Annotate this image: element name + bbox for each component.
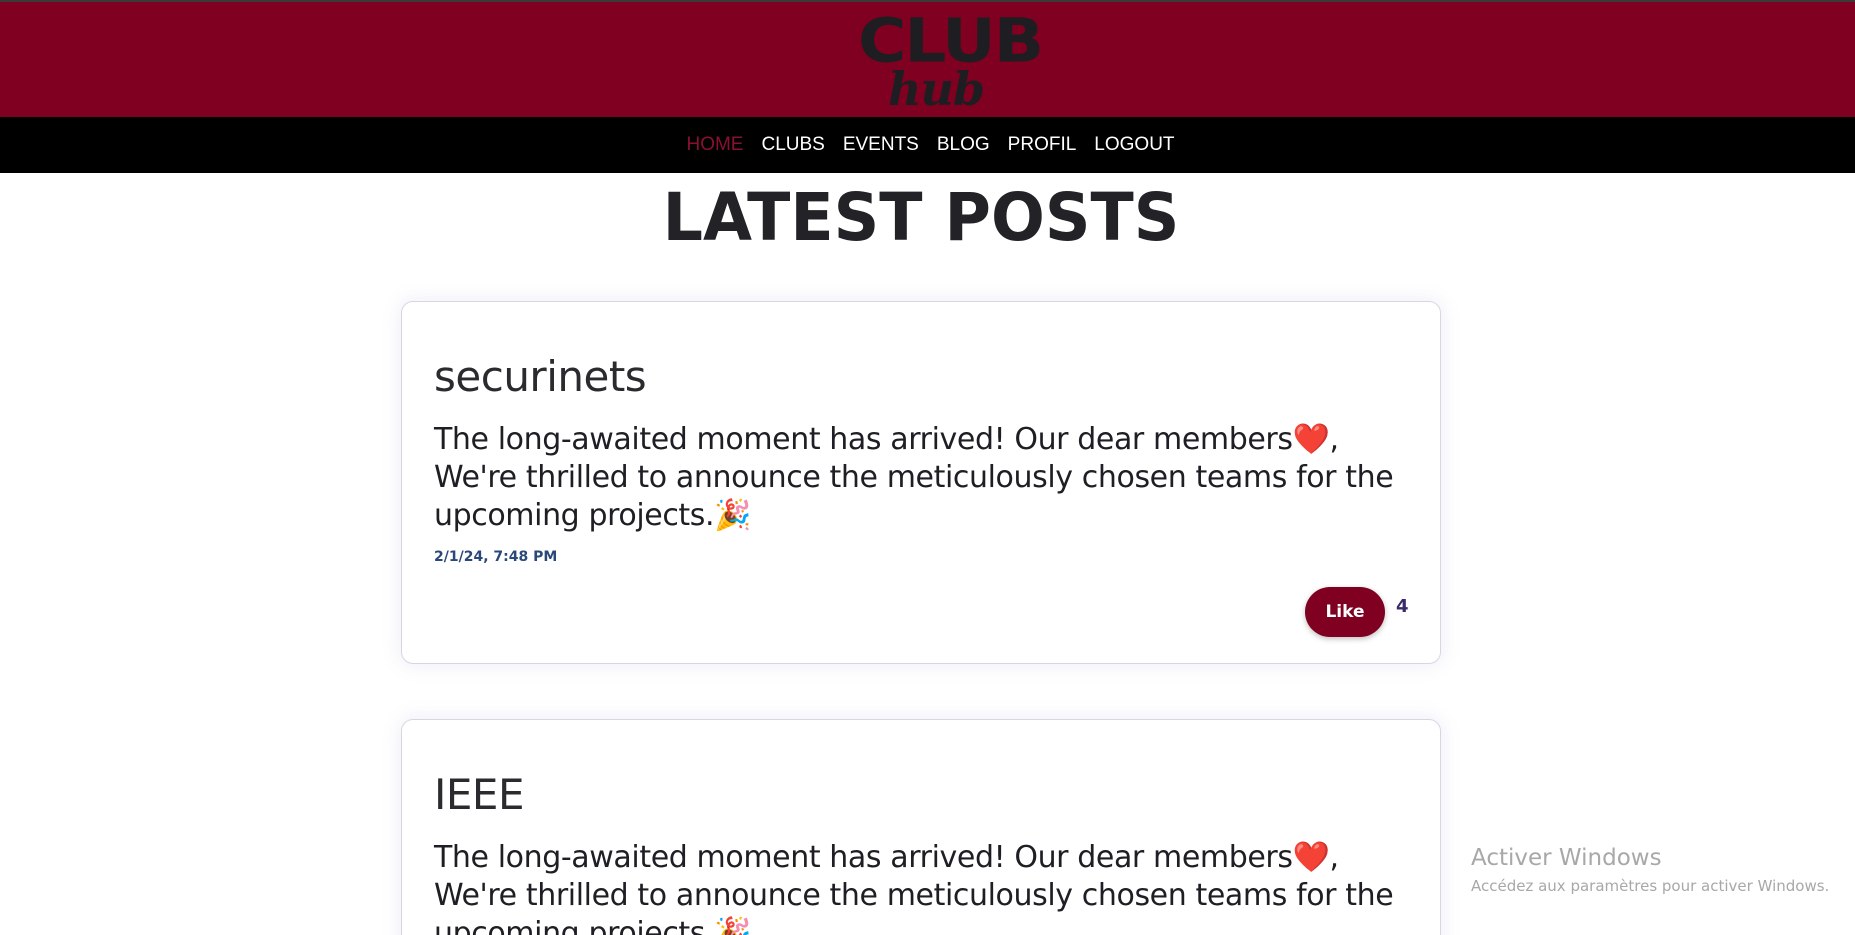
windows-activation-watermark: Activer Windows Accédez aux paramètres p… — [1471, 843, 1855, 897]
post-card: securinets The long-awaited moment has a… — [401, 301, 1441, 664]
nav-events[interactable]: EVENTS — [843, 134, 919, 156]
nav-logout[interactable]: LOGOUT — [1094, 134, 1174, 156]
post-card: IEEE The long-awaited moment has arrived… — [401, 719, 1441, 935]
post-date: 2/1/24, 7:48 PM — [434, 549, 558, 565]
watermark-title: Activer Windows — [1471, 845, 1662, 871]
main-nav: HOME CLUBS EVENTS BLOG PROFIL LOGOUT — [0, 117, 1855, 173]
nav-blog[interactable]: BLOG — [937, 134, 990, 156]
club-hub-logo[interactable]: CLUB hub — [858, 8, 1044, 116]
like-count: 4 — [1396, 596, 1409, 617]
nav-profil[interactable]: PROFIL — [1008, 134, 1077, 156]
post-club-name: securinets — [434, 352, 647, 401]
watermark-subtitle: Accédez aux paramètres pour activer Wind… — [1471, 877, 1830, 895]
nav-clubs[interactable]: CLUBS — [761, 134, 824, 156]
post-text: The long-awaited moment has arrived! Our… — [434, 422, 1394, 533]
logo-text-hub: hub — [888, 62, 985, 116]
site-header: CLUB hub — [0, 0, 1855, 117]
nav-home[interactable]: HOME — [686, 134, 743, 156]
post-text: The long-awaited moment has arrived! Our… — [434, 840, 1394, 935]
like-button[interactable]: Like — [1305, 587, 1385, 637]
page-title: LATEST POSTS — [662, 179, 1180, 256]
post-club-name: IEEE — [434, 770, 525, 819]
